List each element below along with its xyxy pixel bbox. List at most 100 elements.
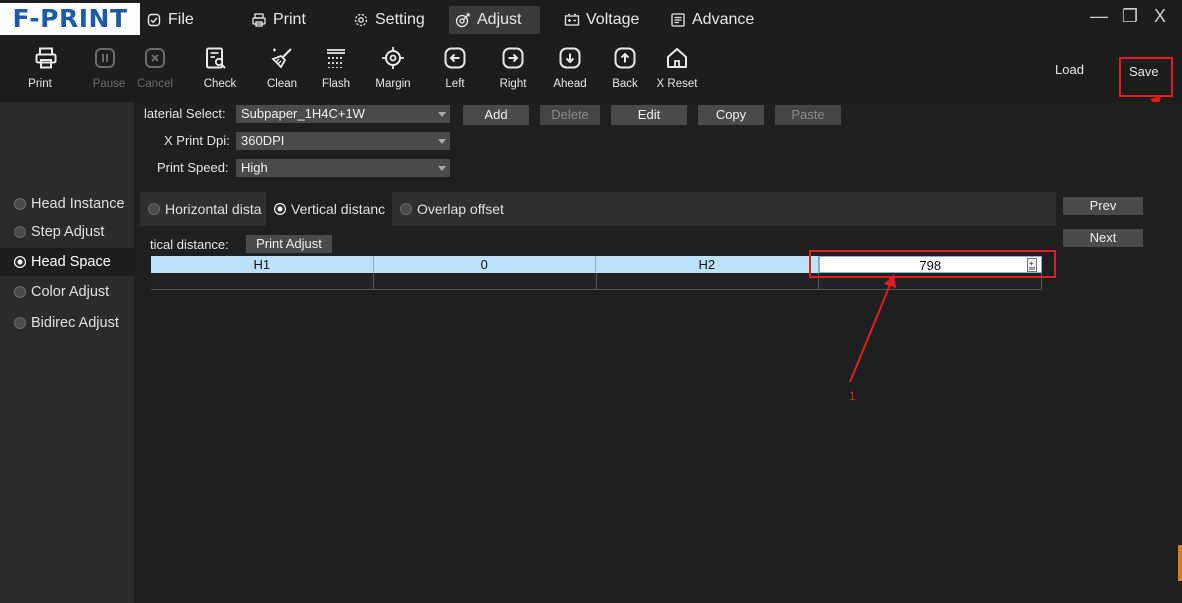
menu-voltage[interactable]: Voltage xyxy=(558,6,645,34)
ahead-button[interactable]: Ahead xyxy=(545,44,595,98)
arrow-left-icon xyxy=(444,47,466,69)
load-button[interactable]: Load xyxy=(1055,62,1084,77)
print-speed-select[interactable]: High xyxy=(236,159,450,177)
sidebar-item-head-instance[interactable]: Head Instance xyxy=(0,190,134,218)
chevron-down-icon xyxy=(438,139,446,144)
table-cell: H2 xyxy=(596,256,819,273)
close-button[interactable]: X xyxy=(1146,4,1174,28)
sidebar-item-bidirec-adjust[interactable]: Bidirec Adjust xyxy=(0,309,134,337)
cancel-icon xyxy=(145,48,165,68)
distance-tabs: Horizontal dista Vertical distanc Overla… xyxy=(140,192,1056,226)
sidebar-item-head-space[interactable]: Head Space xyxy=(0,248,134,276)
menu-voltage-label: Voltage xyxy=(586,11,640,28)
table-cell xyxy=(373,273,597,290)
sidebar-item-color-adjust[interactable]: Color Adjust xyxy=(0,278,134,306)
print-speed-label: Print Speed: xyxy=(157,160,229,175)
sidebar-item-label: Head Instance xyxy=(31,196,125,212)
print-speed-select-value: High xyxy=(241,160,268,175)
prev-button[interactable]: Prev xyxy=(1063,197,1143,215)
x-reset-button[interactable]: X Reset xyxy=(652,44,702,98)
radio-icon xyxy=(14,317,26,329)
paste-button[interactable]: Paste xyxy=(775,105,841,125)
annotation-number-1: 1 xyxy=(849,389,856,403)
table-cell: 0 xyxy=(373,256,596,273)
menu-file-label: File xyxy=(168,11,194,28)
delete-button[interactable]: Delete xyxy=(540,105,600,125)
sidebar-item-label: Head Space xyxy=(31,254,111,270)
flash-label: Flash xyxy=(321,78,351,90)
tab-horizontal-distance[interactable]: Horizontal dista xyxy=(140,192,266,226)
toolbar: Print Pause Cancel Check Clean Flash Mar… xyxy=(0,38,1182,102)
check-label: Check xyxy=(203,78,237,90)
radio-icon xyxy=(14,198,26,210)
menu-print-label: Print xyxy=(273,11,306,28)
material-select-value: Subpaper_1H4C+1W xyxy=(241,106,365,121)
radio-icon xyxy=(148,203,160,215)
menu-adjust-label: Adjust xyxy=(477,11,522,28)
crosshair-icon xyxy=(382,47,404,69)
save-highlight-box xyxy=(1119,57,1173,97)
back-button[interactable]: Back xyxy=(600,44,650,98)
left-button[interactable]: Left xyxy=(430,44,480,98)
printer-icon xyxy=(35,47,57,69)
arrow-up-icon xyxy=(614,47,636,69)
back-label: Back xyxy=(612,78,638,90)
print-button[interactable]: Print xyxy=(21,44,71,98)
tab-overlap-label: Overlap offset xyxy=(417,201,504,217)
flash-button[interactable]: Flash xyxy=(311,44,361,98)
arrow-right-icon xyxy=(502,47,524,69)
sidebar-item-label: Bidirec Adjust xyxy=(31,315,119,331)
pause-label: Pause xyxy=(92,78,126,90)
pause-button[interactable]: Pause xyxy=(80,44,130,98)
annotation-arrow-1 xyxy=(849,274,896,383)
main-panel: laterial Select: Subpaper_1H4C+1W Add De… xyxy=(134,102,1182,603)
radio-selected-icon xyxy=(274,203,286,215)
add-button[interactable]: Add xyxy=(463,105,529,125)
margin-button[interactable]: Margin xyxy=(368,44,418,98)
check-button[interactable]: Check xyxy=(191,44,241,98)
menu-setting-label: Setting xyxy=(375,11,425,28)
printer-icon xyxy=(252,13,266,27)
radio-selected-icon xyxy=(14,256,26,268)
cancel-label: Cancel xyxy=(137,78,173,90)
clean-button[interactable]: Clean xyxy=(257,44,307,98)
vertical-distance-label: tical distance: xyxy=(150,237,229,252)
next-button[interactable]: Next xyxy=(1063,229,1143,247)
sidebar: Head Instance Step Adjust Head Space Col… xyxy=(0,102,134,603)
chevron-down-icon xyxy=(438,166,446,171)
restore-button[interactable]: ❐ xyxy=(1116,4,1144,28)
margin-label: Margin xyxy=(375,78,411,90)
document-search-icon xyxy=(206,47,226,69)
menu-file[interactable]: File xyxy=(140,6,200,34)
menu-advance[interactable]: Advance xyxy=(664,6,760,34)
print-adjust-button[interactable]: Print Adjust xyxy=(246,235,332,253)
minimize-button[interactable]: — xyxy=(1085,4,1113,28)
broom-icon xyxy=(271,48,292,69)
clean-label: Clean xyxy=(266,78,298,90)
sidebar-item-label: Step Adjust xyxy=(31,224,105,240)
tab-vertical-label: Vertical distanc xyxy=(291,201,386,217)
sidebar-item-step-adjust[interactable]: Step Adjust xyxy=(0,218,134,246)
dpi-select[interactable]: 360DPI xyxy=(236,132,450,150)
menu-adjust[interactable]: Adjust xyxy=(449,6,540,34)
scroll-indicator[interactable] xyxy=(1178,545,1182,581)
right-button[interactable]: Right xyxy=(488,44,538,98)
material-select[interactable]: Subpaper_1H4C+1W xyxy=(236,105,450,123)
document-icon xyxy=(671,13,685,27)
menu-print[interactable]: Print xyxy=(245,6,312,34)
tab-vertical-distance[interactable]: Vertical distanc xyxy=(266,192,392,226)
chevron-down-icon xyxy=(438,112,446,117)
tab-horizontal-label: Horizontal dista xyxy=(165,201,262,217)
menu-setting[interactable]: Setting xyxy=(347,6,431,34)
edit-button[interactable]: Edit xyxy=(611,105,687,125)
arrow-down-icon xyxy=(559,47,581,69)
radio-icon xyxy=(400,203,412,215)
battery-icon xyxy=(564,13,580,26)
tab-overlap-offset[interactable]: Overlap offset xyxy=(392,192,522,226)
cancel-button[interactable]: Cancel xyxy=(130,44,180,98)
table-cell: H1 xyxy=(151,256,374,273)
copy-button[interactable]: Copy xyxy=(698,105,764,125)
pause-icon xyxy=(95,48,115,68)
right-label: Right xyxy=(499,78,527,90)
dpi-select-value: 360DPI xyxy=(241,133,285,148)
